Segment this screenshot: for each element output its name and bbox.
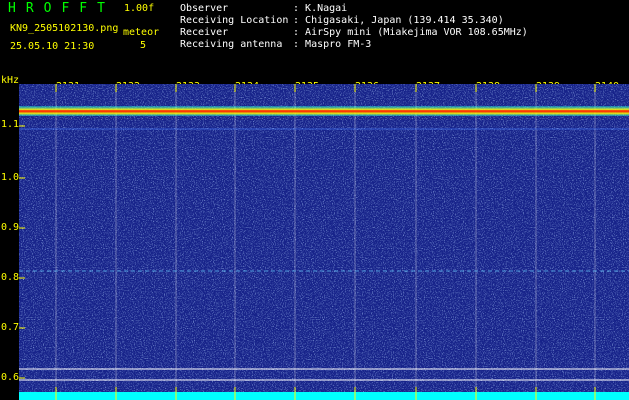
count-label: 5 bbox=[140, 40, 147, 51]
noise-floor-band bbox=[19, 392, 629, 400]
meta-row-location: Receiving Location: Chigasaki, Japan (13… bbox=[180, 15, 504, 26]
meta-row-observer: Observer: K.Nagai bbox=[180, 3, 348, 14]
version-label: 1.00f bbox=[124, 3, 155, 14]
frequency-unit-label: kHz bbox=[1, 75, 20, 86]
datetime-label: 25.05.10 21:30 bbox=[10, 41, 95, 52]
station-info: Observer: K.Nagai Receiving Location: Ch… bbox=[180, 3, 528, 51]
app-name: HROFFT bbox=[8, 1, 115, 16]
header-panel: HROFFT 1.00f KN9_2505102130.png meteor 2… bbox=[0, 0, 629, 75]
y-tick-label: 1.0 bbox=[1, 172, 20, 183]
spectrogram-plot bbox=[19, 84, 629, 400]
shower-label: meteor bbox=[123, 27, 160, 38]
meta-row-receiver: Receiver: AirSpy mini (Miakejima VOR 108… bbox=[180, 27, 528, 38]
y-tick-label: 0.6 bbox=[1, 372, 20, 383]
y-tick-label: 0.8 bbox=[1, 272, 20, 283]
y-tick-label: 0.7 bbox=[1, 322, 20, 333]
spectrogram-noise bbox=[19, 84, 629, 400]
meta-row-antenna: Receiving antenna: Maspro FM-3 bbox=[180, 39, 372, 50]
spectrogram-svg bbox=[19, 84, 629, 400]
y-tick-label: 0.9 bbox=[1, 222, 20, 233]
filename-label: KN9_2505102130.png bbox=[10, 23, 119, 34]
y-tick-label: 1.1 bbox=[1, 119, 20, 130]
